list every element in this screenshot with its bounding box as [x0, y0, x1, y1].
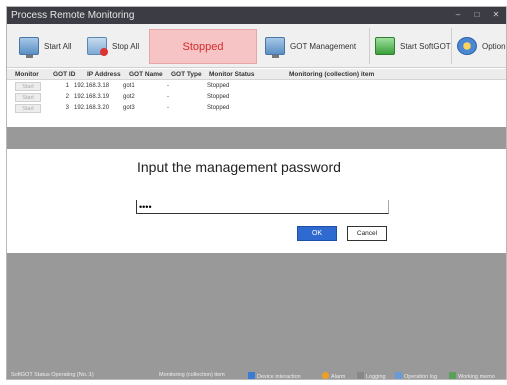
close-icon[interactable]: ✕: [488, 9, 504, 21]
status-text: Stopped: [182, 40, 224, 53]
softgot-status: SoftGOT Status Operating (No.:1): [11, 372, 94, 378]
dialog-title: Input the management password: [137, 159, 341, 175]
device-interaction-tab[interactable]: Device interaction: [248, 372, 301, 380]
monitor-stop-icon: [87, 37, 108, 56]
window-controls: – □ ✕: [450, 9, 504, 21]
got-name-cell: got3: [123, 105, 135, 111]
ip-address-cell: 192.168.3.19: [74, 94, 110, 100]
got-id-cell: 2: [65, 94, 69, 100]
toolbar-divider: [451, 28, 452, 64]
column-header-got-id[interactable]: GOT ID: [53, 71, 75, 78]
password-input[interactable]: [136, 200, 389, 214]
got-id-cell: 3: [65, 105, 69, 111]
got-type-cell: -: [167, 105, 169, 111]
monitoring-item-status: Monitoring (collection) item: [159, 372, 225, 378]
monitor-start-icon: [19, 37, 39, 58]
working-memo-icon: [449, 372, 456, 379]
logging-icon: [357, 372, 364, 379]
operation-log-tab[interactable]: Operation log: [395, 372, 438, 380]
got-name-cell: got1: [123, 83, 135, 89]
stop-all-button[interactable]: Stop All: [87, 34, 139, 58]
column-header-monitor-status[interactable]: Monitor Status: [209, 71, 255, 78]
column-header-monitoring-item[interactable]: Monitoring (collection) item: [289, 71, 374, 78]
column-header-monitor[interactable]: Monitor: [15, 71, 39, 78]
column-header-got-name[interactable]: GOT Name: [129, 71, 163, 78]
working-memo-tab[interactable]: Working memo: [449, 372, 495, 380]
logging-tab[interactable]: Logging: [357, 372, 386, 380]
ok-button[interactable]: OK: [297, 226, 337, 241]
got-management-label: GOT Management: [290, 41, 357, 51]
gear-icon: [457, 37, 477, 55]
alarm-icon: [322, 372, 329, 379]
monitor-status-cell: Stopped: [207, 94, 230, 100]
monitoring-status-indicator: Stopped: [149, 29, 257, 64]
toolbar-divider: [369, 28, 370, 64]
monitor-status-cell: Stopped: [207, 105, 230, 111]
password-dialog: Input the management password OK Cancel: [7, 149, 506, 253]
start-softgot-label: Start SoftGOT: [400, 41, 451, 51]
table-row[interactable]: Start 2 192.168.3.19 got2 - Stopped: [7, 92, 506, 103]
ip-address-cell: 192.168.3.18: [74, 83, 110, 89]
start-softgot-button[interactable]: Start SoftGOT: [375, 34, 451, 58]
process-remote-monitoring-window: Process Remote Monitoring – □ ✕ Start Al…: [6, 6, 507, 380]
got-management-icon: [265, 37, 285, 58]
start-button[interactable]: Start: [15, 82, 41, 91]
alarm-tab[interactable]: Alarm: [322, 372, 346, 380]
start-all-button[interactable]: Start All: [19, 34, 72, 58]
alarm-label: Alarm: [331, 374, 346, 380]
working-memo-label: Working memo: [458, 374, 495, 380]
got-type-cell: -: [167, 94, 169, 100]
monitor-status-cell: Stopped: [207, 83, 230, 89]
logging-label: Logging: [366, 374, 386, 380]
start-button[interactable]: Start: [15, 93, 41, 102]
maximize-icon[interactable]: □: [469, 9, 485, 21]
column-header-got-type[interactable]: GOT Type: [171, 71, 202, 78]
window-title: Process Remote Monitoring: [11, 10, 135, 21]
device-interaction-label: Device interaction: [257, 374, 301, 380]
table-row[interactable]: Start 3 192.168.3.20 got3 - Stopped: [7, 103, 506, 114]
grid-header: Monitor GOT ID IP Address GOT Name GOT T…: [7, 69, 506, 80]
column-header-ip-address[interactable]: IP Address: [87, 71, 121, 78]
table-row[interactable]: Start 1 192.168.3.18 got1 - Stopped: [7, 81, 506, 92]
got-id-cell: 1: [65, 83, 69, 89]
got-type-cell: -: [167, 83, 169, 89]
ip-address-cell: 192.168.3.20: [74, 105, 110, 111]
start-all-label: Start All: [44, 41, 72, 51]
status-bar: SoftGOT Status Operating (No.:1) Monitor…: [7, 370, 506, 380]
start-button[interactable]: Start: [15, 104, 41, 113]
option-label: Option: [482, 41, 506, 51]
got-name-cell: got2: [123, 94, 135, 100]
minimize-icon[interactable]: –: [450, 9, 466, 21]
operation-log-icon: [395, 372, 402, 379]
operation-log-label: Operation log: [404, 374, 438, 380]
device-interaction-icon: [248, 372, 255, 379]
option-button[interactable]: Option: [457, 34, 506, 58]
got-management-button[interactable]: GOT Management: [265, 34, 356, 58]
toolbar: Start All Stop All Stopped GOT Managemen…: [7, 24, 506, 68]
title-bar: Process Remote Monitoring – □ ✕: [7, 7, 506, 24]
softgot-icon: [375, 37, 395, 55]
stop-all-label: Stop All: [112, 41, 140, 51]
cancel-button[interactable]: Cancel: [347, 226, 387, 241]
